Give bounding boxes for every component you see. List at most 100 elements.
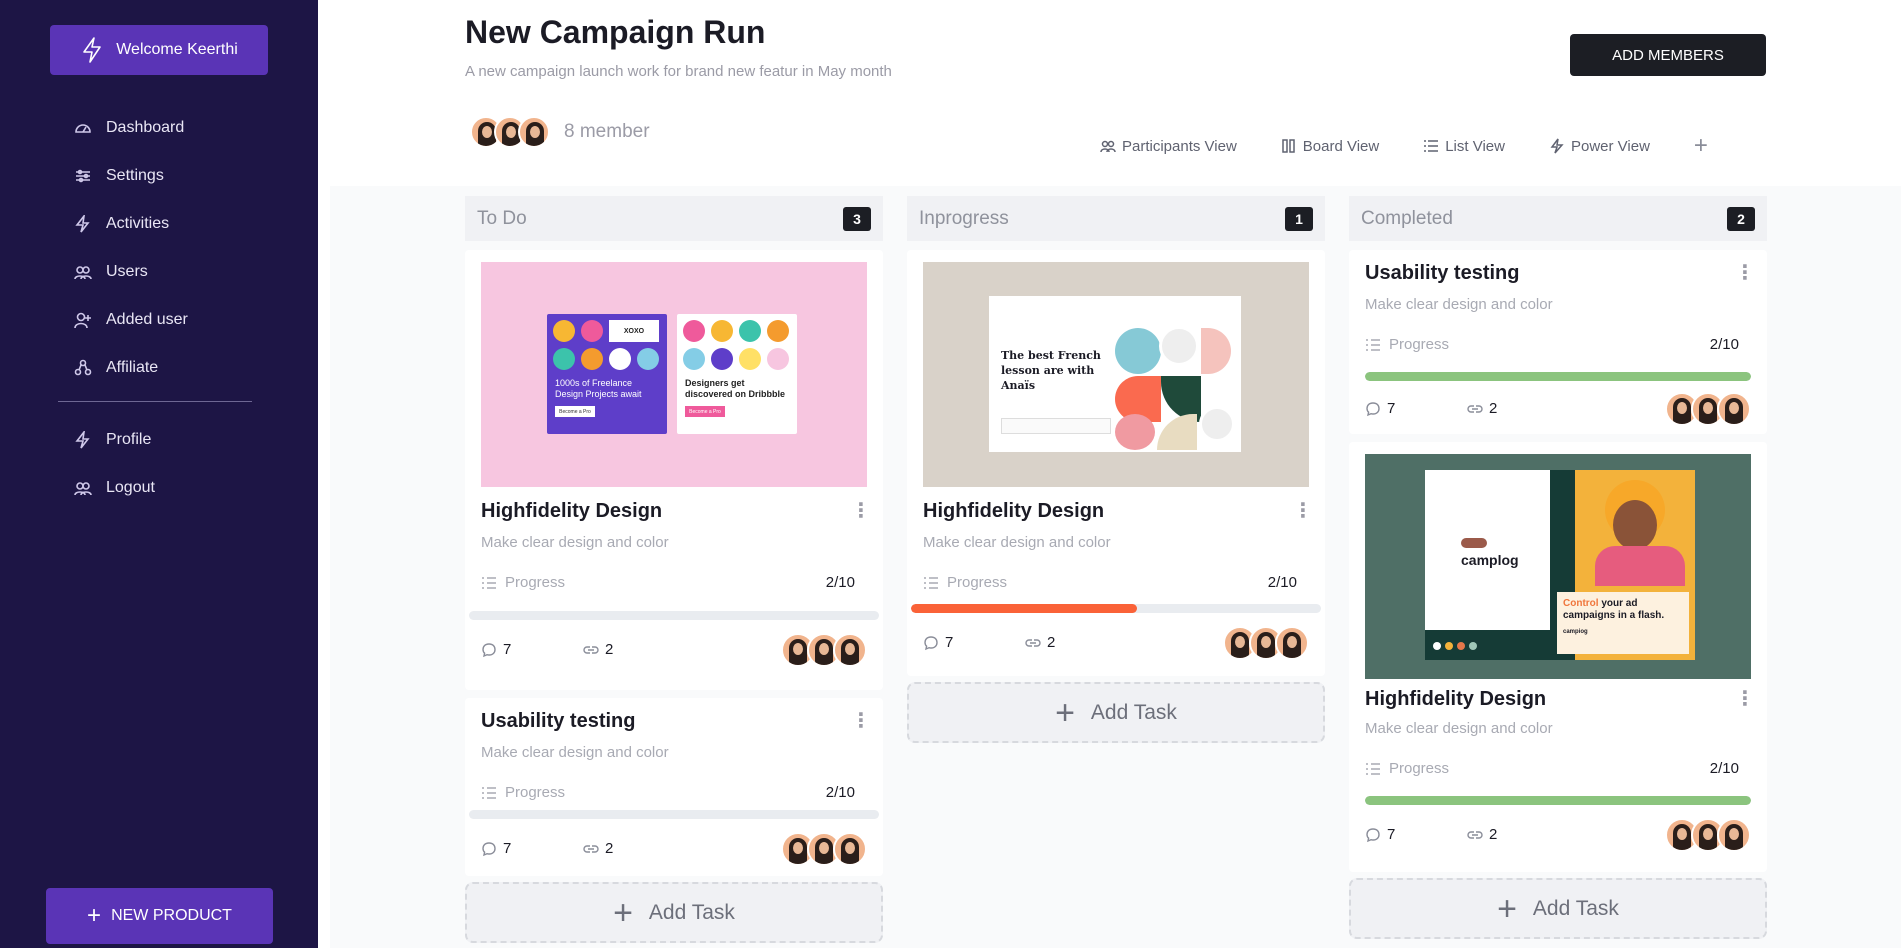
task-card[interactable]: Usability testing ⋮ Make clear design an…	[465, 698, 883, 876]
comment-count[interactable]: 7	[1365, 400, 1395, 417]
more-icon[interactable]: ⋮	[1293, 498, 1313, 523]
promo-card-right: Designers get discovered on Dribbble Bec…	[677, 314, 797, 434]
add-members-button[interactable]: ADD MEMBERS	[1570, 34, 1766, 76]
tab-power-view[interactable]: Power View	[1549, 138, 1650, 155]
avatar	[518, 116, 550, 148]
progress-label: Progress	[1365, 336, 1449, 353]
website-mockup: The best French lesson are with Anaïs	[989, 296, 1241, 452]
ad-board: camplog Control your ad campaigns in a f…	[1425, 470, 1695, 660]
comment-count-text: 7	[1387, 400, 1396, 417]
more-icon[interactable]: ⋮	[851, 708, 871, 733]
progress-value: 2/10	[825, 574, 855, 591]
toggle-graphic	[1461, 538, 1487, 548]
more-icon[interactable]: ⋮	[1735, 686, 1755, 711]
column-count-badge: 3	[843, 206, 871, 231]
board-icon	[1282, 139, 1295, 153]
page-title: New Campaign Run	[465, 14, 766, 50]
add-task-button[interactable]: + Add Task	[1349, 878, 1767, 939]
link-icon	[1025, 638, 1041, 647]
card-title: Usability testing	[481, 710, 636, 732]
progress-label-text: Progress	[505, 784, 566, 801]
promo-left-button: Become a Pro	[555, 406, 595, 417]
link-count[interactable]: 2	[583, 840, 613, 857]
mockup-search	[1001, 418, 1111, 434]
sidebar-item-users[interactable]: Users	[74, 248, 304, 296]
task-card[interactable]: camplog Control your ad campaigns in a f…	[1349, 442, 1767, 872]
add-task-button[interactable]: + Add Task	[907, 682, 1325, 743]
link-count[interactable]: 2	[1025, 634, 1055, 651]
tab-list-view[interactable]: List View	[1423, 138, 1505, 155]
welcome-label: Welcome Keerthi	[116, 41, 238, 58]
bolt-icon	[83, 37, 102, 63]
mockup-shape	[1157, 414, 1197, 450]
add-view-icon[interactable]: +	[1694, 132, 1708, 160]
comment-count[interactable]: 7	[923, 634, 953, 651]
card-description: Make clear design and color	[481, 744, 669, 761]
task-card[interactable]: Usability testing ⋮ Make clear design an…	[1349, 250, 1767, 434]
card-assignees[interactable]	[1223, 626, 1309, 660]
card-description: Make clear design and color	[1365, 720, 1553, 737]
card-assignees[interactable]	[1665, 392, 1751, 426]
sidebar-item-affiliate[interactable]: Affiliate	[74, 344, 304, 392]
comment-count[interactable]: 7	[1365, 826, 1395, 843]
sidebar-item-dashboard[interactable]: Dashboard	[74, 104, 304, 152]
add-task-button[interactable]: + Add Task	[465, 882, 883, 943]
comment-count-text: 7	[503, 840, 512, 857]
member-group[interactable]: 8 member	[470, 116, 650, 148]
task-card[interactable]: XOXO 1000s of Freelance Design Projects …	[465, 250, 883, 690]
sidebar-item-settings[interactable]: Settings	[74, 152, 304, 200]
card-description: Make clear design and color	[481, 534, 669, 551]
ad-callout-accent: Control	[1563, 598, 1599, 609]
card-assignees[interactable]	[781, 832, 867, 866]
sidebar-item-profile[interactable]: Profile	[74, 416, 304, 464]
link-count[interactable]: 2	[583, 641, 613, 658]
bolt-icon	[1550, 138, 1564, 154]
sidebar-item-label: Settings	[106, 167, 164, 184]
add-task-label: Add Task	[648, 900, 735, 924]
task-card[interactable]: The best French lesson are with Anaïs Hi…	[907, 250, 1325, 676]
sidebar-item-label: Users	[106, 263, 148, 280]
avatar	[1717, 818, 1751, 852]
progress-bar	[469, 611, 879, 620]
sidebar-item-activities[interactable]: Activities	[74, 200, 304, 248]
checklist-icon	[924, 576, 938, 589]
avatar	[833, 832, 867, 866]
new-product-button[interactable]: + NEW PRODUCT	[46, 888, 273, 944]
card-assignees[interactable]	[1665, 818, 1751, 852]
sidebar-item-logout[interactable]: Logout	[74, 464, 304, 512]
add-task-label: Add Task	[1090, 700, 1177, 724]
promo-card-left: XOXO 1000s of Freelance Design Projects …	[547, 314, 667, 434]
comment-icon	[482, 642, 496, 657]
column-header: To Do 3	[465, 196, 883, 241]
link-count-text: 2	[605, 641, 614, 658]
link-count-text: 2	[605, 840, 614, 857]
more-icon[interactable]: ⋮	[1735, 260, 1755, 285]
comment-count[interactable]: 7	[481, 840, 511, 857]
ad-white-panel: camplog	[1425, 470, 1550, 630]
progress-value: 2/10	[1709, 760, 1739, 777]
mockup-headline: The best French lesson are with Anaïs	[1001, 349, 1101, 392]
promo-left-text: 1000s of Freelance Design Projects await	[555, 378, 642, 399]
gauge-icon	[75, 124, 91, 133]
sidebar-nav: Dashboard Settings Activities Users Adde…	[74, 104, 304, 392]
sidebar-item-added-user[interactable]: Added user	[74, 296, 304, 344]
link-count[interactable]: 2	[1467, 826, 1497, 843]
mockup-shape	[1201, 328, 1231, 374]
sidebar-item-label: Activities	[106, 215, 170, 232]
mockup-portrait	[1159, 326, 1199, 366]
progress-label-text: Progress	[505, 574, 566, 591]
column-title: To Do	[477, 207, 527, 229]
progress-label: Progress	[1365, 760, 1449, 777]
tab-participants-view[interactable]: Participants View	[1100, 138, 1237, 155]
column-header: Inprogress 1	[907, 196, 1325, 241]
column-count-badge: 1	[1285, 206, 1313, 231]
view-switcher: Participants View Board View List View P…	[1100, 132, 1708, 160]
card-assignees[interactable]	[781, 633, 867, 667]
more-icon[interactable]: ⋮	[851, 498, 871, 523]
tab-board-view[interactable]: Board View	[1281, 138, 1379, 155]
comment-count[interactable]: 7	[481, 641, 511, 658]
link-count[interactable]: 2	[1467, 400, 1497, 417]
tab-label: Participants View	[1122, 137, 1237, 155]
mockup-portrait	[1199, 406, 1235, 442]
welcome-button[interactable]: Welcome Keerthi	[50, 25, 268, 75]
